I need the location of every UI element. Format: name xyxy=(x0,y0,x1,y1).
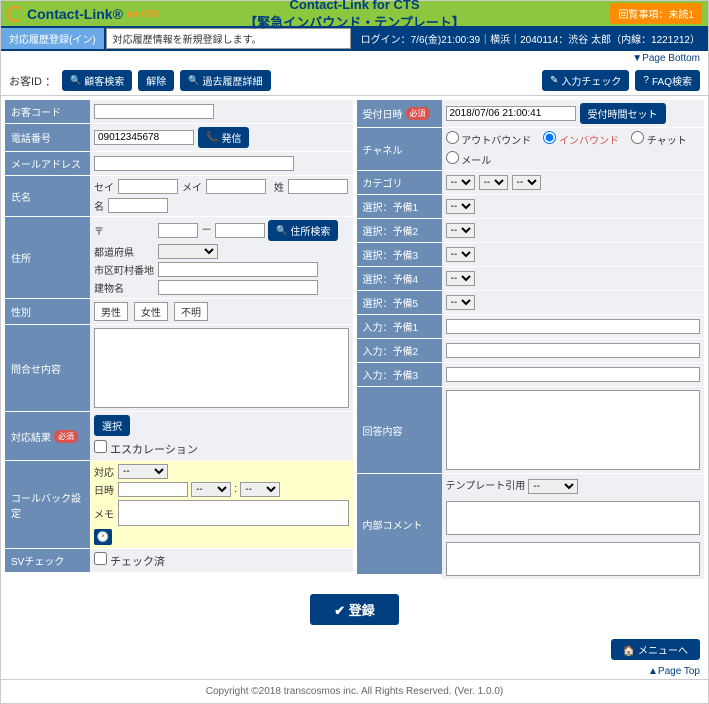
toolbar: お客ID ： 顧客検索 解除 過去履歴詳細 ✎ 入力チェック ? FAQ検索 xyxy=(1,66,708,96)
cb-taiou-select[interactable]: -- xyxy=(118,464,168,479)
internal-label: 内部コメント xyxy=(357,474,442,574)
cat1-select[interactable]: -- xyxy=(446,175,475,190)
postal2-input[interactable] xyxy=(215,223,265,238)
recv-datetime-input[interactable] xyxy=(446,106,576,121)
recv-label: 受付日時必須 xyxy=(357,100,442,127)
ch-outbound[interactable]: アウトバウンド xyxy=(446,131,532,147)
cust-code-input[interactable] xyxy=(94,104,214,119)
escalation-check[interactable]: エスカレーション xyxy=(94,440,198,457)
postal1-input[interactable] xyxy=(158,223,198,238)
result-select-button[interactable]: 選択 xyxy=(94,415,130,436)
mode-label: 対応履歴登録(イン) xyxy=(1,28,104,49)
ch-mail[interactable]: メール xyxy=(446,151,492,167)
footer-copyright: Copyright ©2018 transcosmos inc. All Rig… xyxy=(1,679,708,703)
reg-mark: ® xyxy=(113,6,123,22)
address-label: 住所 xyxy=(5,217,90,298)
email-label: メールアドレス xyxy=(5,152,90,175)
address-search-button[interactable]: 住所検索 xyxy=(268,220,338,241)
app-header: Contact-Link ® for CTS Contact-Link for … xyxy=(1,1,708,26)
internal-textarea[interactable] xyxy=(446,542,701,576)
cb-date-input[interactable] xyxy=(118,482,188,497)
sel3-select[interactable]: -- xyxy=(446,247,475,262)
sv-label: SVチェック xyxy=(5,549,90,572)
logo-text: Contact-Link xyxy=(27,6,113,22)
surname-input[interactable] xyxy=(288,179,348,194)
sel5-select[interactable]: -- xyxy=(446,295,475,310)
email-input[interactable] xyxy=(94,156,294,171)
cb-memo-textarea[interactable] xyxy=(118,500,349,526)
pref-select[interactable] xyxy=(158,244,218,259)
cb-hour-select[interactable]: -- xyxy=(191,482,231,497)
cb-min-select[interactable]: -- xyxy=(240,482,280,497)
logo-swirl-icon xyxy=(7,6,23,22)
login-info: ログイン：7/6(金)21:00:39｜横浜｜2040114：渋谷 太郎（内線：… xyxy=(353,28,708,49)
clear-button[interactable]: 解除 xyxy=(138,70,174,91)
template-textarea[interactable] xyxy=(446,501,701,535)
page-bottom-link[interactable]: ▼Page Bottom xyxy=(632,53,700,64)
ch-chat[interactable]: チャット xyxy=(631,131,687,147)
menu-button[interactable]: 🏠 メニューへ xyxy=(611,639,700,660)
sv-check[interactable]: チェック済 xyxy=(94,552,165,569)
result-label: 対応結果必須 xyxy=(5,412,90,460)
inquiry-textarea[interactable] xyxy=(94,328,349,408)
clock-icon[interactable]: 🕐 xyxy=(94,529,112,545)
inquiry-label: 問合せ内容 xyxy=(5,325,90,411)
sel1-select[interactable]: -- xyxy=(446,199,475,214)
faq-search-button[interactable]: ? FAQ検索 xyxy=(635,70,700,91)
answer-textarea[interactable] xyxy=(446,390,701,470)
sel2-select[interactable]: -- xyxy=(446,223,475,238)
gender-unknown[interactable]: 不明 xyxy=(174,302,208,321)
sub-bar: 対応履歴登録(イン) 対応履歴情報を新規登録します。 ログイン：7/6(金)21… xyxy=(1,26,708,51)
ch-inbound[interactable]: インバウンド xyxy=(543,131,619,147)
channel-label: チャネル xyxy=(357,128,442,170)
category-label: カテゴリ xyxy=(357,171,442,194)
register-button[interactable]: 登録 xyxy=(310,594,399,625)
given-input[interactable] xyxy=(108,198,168,213)
callback-label: コールバック設定 xyxy=(5,461,90,548)
input-check-button[interactable]: ✎ 入力チェック xyxy=(542,70,629,91)
notice-button[interactable]: 回覧事項：未読1 xyxy=(610,3,702,24)
call-button[interactable]: 📞 発信 xyxy=(198,127,249,148)
inp3-input[interactable] xyxy=(446,367,701,382)
mei-input[interactable] xyxy=(206,179,266,194)
phone-input[interactable] xyxy=(94,130,194,145)
right-column: 受付日時必須 受付時間セット チャネル アウトバウンド インバウンド チャット … xyxy=(357,100,705,580)
cust-code-label: お客コード xyxy=(5,100,90,123)
phone-label: 電話番号 xyxy=(5,124,90,151)
logo-subtext: for CTS xyxy=(127,9,160,19)
cust-id-label: お客ID ： xyxy=(9,73,56,89)
city-input[interactable] xyxy=(158,262,318,277)
history-detail-button[interactable]: 過去履歴詳細 xyxy=(180,70,270,91)
sei-input[interactable] xyxy=(118,179,178,194)
page-top-link[interactable]: ▲Page Top xyxy=(648,666,700,677)
name-label: 氏名 xyxy=(5,176,90,216)
building-input[interactable] xyxy=(158,280,318,295)
inp1-input[interactable] xyxy=(446,319,701,334)
answer-label: 回答内容 xyxy=(357,387,442,473)
status-message: 対応履歴情報を新規登録します。 xyxy=(106,28,351,49)
customer-search-button[interactable]: 顧客検索 xyxy=(62,70,132,91)
inp2-input[interactable] xyxy=(446,343,701,358)
template-select[interactable]: -- xyxy=(528,479,578,494)
cat3-select[interactable]: -- xyxy=(512,175,541,190)
left-column: お客コード 電話番号 📞 発信 メールアドレス 氏名 セイ メイ 姓 名 住所 xyxy=(5,100,353,580)
gender-female[interactable]: 女性 xyxy=(134,302,168,321)
sel4-select[interactable]: -- xyxy=(446,271,475,286)
recv-set-button[interactable]: 受付時間セット xyxy=(580,103,666,124)
gender-male[interactable]: 男性 xyxy=(94,302,128,321)
gender-label: 性別 xyxy=(5,299,90,324)
logo: Contact-Link ® for CTS xyxy=(7,6,159,22)
cat2-select[interactable]: -- xyxy=(479,175,508,190)
